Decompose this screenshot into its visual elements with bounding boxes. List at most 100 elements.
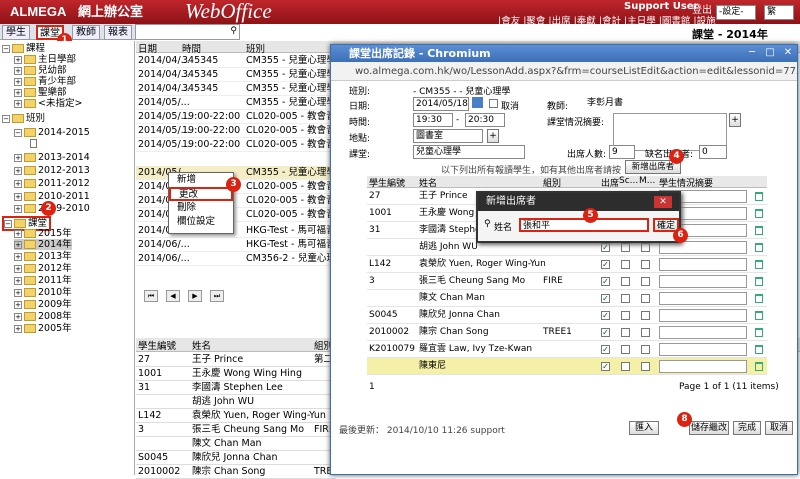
done-button[interactable]: 完成 [733,421,761,435]
tree-node[interactable]: +2010年 [14,287,72,298]
checkbox[interactable] [641,260,650,269]
tree-node[interactable]: + 青少年部 [14,76,76,87]
tree-node[interactable]: +2012-2013 [14,165,90,176]
menu-item-edit[interactable]: 更改 [169,187,233,201]
lesson-row[interactable]: 2014/06/... HKG-Test - 馬可福音研 [136,238,345,252]
checkbox[interactable] [621,294,630,303]
delete-icon[interactable] [755,311,763,320]
summary-input[interactable] [659,326,747,339]
student-row[interactable]: 陳文 Chan Man [136,437,336,451]
attend-checkbox-checked[interactable]: ✓ [601,294,610,303]
student-row[interactable]: 3 張三毛 Cheung Sang Mo FIRE [136,423,336,437]
student-row[interactable]: 27 王子 Prince 第二組 [136,353,343,367]
close-icon[interactable]: ✕ [779,46,797,60]
lesson-row[interactable]: 2014/06/HKG-Test - 馬可福音研 [136,224,345,238]
col-time[interactable]: 時間 [182,41,201,55]
end-time-select[interactable]: 20:30 [465,113,505,127]
tree-node[interactable]: +2009年 [14,299,72,310]
tree-node[interactable]: +2008年 [14,311,72,322]
student-row[interactable]: 胡逃 John WU [136,395,336,409]
checkbox[interactable] [621,362,630,371]
col-date[interactable]: 日期 [138,41,157,55]
checkbox[interactable] [641,345,650,354]
student-row[interactable]: L142 袁榮欣 Yuen, Roger Wing-Yun [136,409,336,423]
last-page-icon[interactable]: ⏭ [210,290,224,302]
tab-students[interactable]: 學生 [2,25,30,40]
delete-icon[interactable] [755,345,763,354]
lesson-row[interactable]: 2014/05/... CM355 - 兒童心理學 [136,96,336,110]
place-select[interactable]: 圖書室 [413,129,483,143]
prev-page-icon[interactable]: ◀ [166,290,180,302]
checkbox[interactable] [641,311,650,320]
tree-node[interactable]: −2014-2015 [14,127,90,138]
lesson-row[interactable]: 2014/04/... 345345 CM355 - 兒童心理學 [136,54,336,68]
tree-node-selected[interactable]: +2014年 [14,239,72,250]
delete-icon[interactable] [755,260,763,269]
language-select[interactable]: 繁 [764,5,794,20]
delete-icon[interactable] [755,192,763,201]
checkbox[interactable] [621,277,630,286]
collapse-icon[interactable]: − [2,44,10,53]
first-page-icon[interactable]: ⏮ [144,290,158,302]
tree-node[interactable]: +2005年 [14,323,72,334]
checkbox[interactable] [641,294,650,303]
tree-node[interactable]: +2011-2012 [14,178,90,189]
tree-node[interactable]: +2013-2014 [14,152,90,163]
place-add-button[interactable]: + [487,129,499,143]
search-icon[interactable]: ⚲ [230,26,237,36]
address-bar[interactable]: wo.almega.com.hk/wo/LessonAdd.aspx?&frm=… [331,62,797,81]
calendar-icon[interactable] [472,97,483,108]
tree-node[interactable]: +2010-2011 [14,191,90,202]
tree-node-class[interactable]: − 班別 [2,113,45,124]
lesson-row[interactable]: 2014/04/... 345345 CM355 - 兒童心理學 [136,68,336,82]
start-time-select[interactable]: 19:30 [413,113,453,127]
lesson-row[interactable]: 2014/04/... 345345 CM355 - 兒童心理學 [136,82,336,96]
delete-icon[interactable] [755,328,763,337]
attend-checkbox-checked[interactable]: ✓ [601,328,610,337]
lesson-input[interactable]: 兒童心理學 [413,145,525,159]
tree-node[interactable]: + 聖樂部 [14,87,67,98]
student-row[interactable]: 1001 王永慶 Wong Wing Hing [136,367,336,381]
search-input[interactable]: ⚲ [135,24,240,40]
nav-sunday-school[interactable]: |主日學 [624,16,656,27]
nav-attendance[interactable]: |出席 [548,16,570,27]
summary-input[interactable] [659,343,747,356]
delete-icon[interactable] [755,362,763,371]
attend-checkbox-checked[interactable]: ✓ [601,277,610,286]
lesson-row[interactable]: 2014/05/CL020-005 - 教會音樂 [136,194,345,208]
checkbox[interactable] [621,260,630,269]
tree-node[interactable]: + 兒幼部 [14,65,67,76]
settings-select[interactable]: -設定- [716,5,756,20]
checkbox[interactable] [621,328,630,337]
tree-node[interactable]: + 主日學部 [14,54,76,65]
tree-node[interactable]: +2011年 [14,275,72,286]
lesson-row[interactable]: 2014/05/CL020-005 - 教會音樂 [136,208,345,222]
student-row[interactable]: S0045 陳欣兒 Jonna Chan [136,451,336,465]
col-class[interactable]: 班別 [246,41,265,55]
nav-members[interactable]: |會友 [498,16,520,27]
checkbox[interactable] [621,345,630,354]
summary-input[interactable] [659,275,747,288]
delete-icon[interactable] [755,277,763,286]
tree-node-course[interactable]: − 課程 [2,43,45,54]
attendance-count[interactable]: 9 [609,145,635,159]
extra-count[interactable]: 0 [699,145,727,159]
attend-checkbox-checked[interactable]: ✓ [601,243,610,252]
delete-icon[interactable] [755,226,763,235]
tree-node[interactable]: + <未指定> [14,98,82,109]
maximize-icon[interactable]: □ [761,46,779,60]
attend-checkbox-checked[interactable]: ✓ [601,260,610,269]
checkbox[interactable] [641,277,650,286]
nav-meetings[interactable]: |聚會 [523,16,545,27]
checkbox[interactable] [621,243,630,252]
summary-input[interactable] [659,292,747,305]
minimize-icon[interactable]: ─ [743,46,761,60]
lesson-row[interactable]: 2014/05/... 19:00-22:00 CL020-005 - 教會音樂 [136,124,345,138]
checkbox[interactable] [641,362,650,371]
tab-teachers[interactable]: 教師 [72,25,100,40]
nav-offering[interactable]: |奉獻 [574,16,596,27]
summary-input[interactable] [659,360,747,373]
save-continue-button[interactable]: 儲存繼改 [689,421,729,435]
lesson-row[interactable]: 2014/05/... 19:00-22:00 CL020-005 - 教會音樂 [136,110,345,124]
summary-input[interactable] [659,309,747,322]
